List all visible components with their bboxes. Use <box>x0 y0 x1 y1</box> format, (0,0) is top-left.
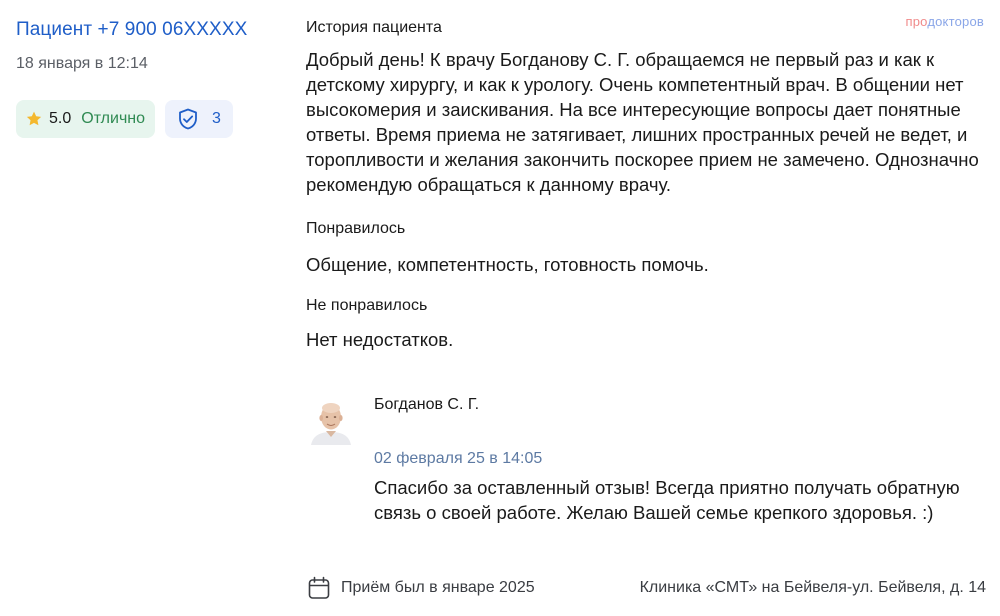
reply-text: Спасибо за оставленный отзыв! Всегда при… <box>374 477 960 523</box>
disliked-title: Не понравилось <box>306 297 428 314</box>
star-icon <box>26 111 42 126</box>
reply-date: 02 февраля 25 в 14:05 <box>374 450 543 467</box>
clinic-link[interactable]: Клиника «СМТ» на Бейвеля-ул. Бейвеля, д.… <box>640 578 986 598</box>
verified-count: 3 <box>212 110 221 127</box>
rating-label: Отлично <box>81 110 146 127</box>
rating-badge: 5.0 Отлично <box>16 100 156 138</box>
liked-text: Общение, компетентность, готовность помо… <box>306 254 709 275</box>
story-title: История пациента <box>306 19 442 36</box>
shield-check-icon <box>179 108 197 130</box>
calendar-icon <box>308 576 330 599</box>
badges: 5.0 Отлично 3 <box>16 100 286 138</box>
visit-date-text: Приём был в январе 2025 <box>341 579 535 596</box>
patient-name-link[interactable]: Пациент +7 900 06XXXXX <box>16 18 286 42</box>
disliked-text: Нет недостатков. <box>306 329 454 350</box>
rating-value: 5.0 <box>49 110 72 127</box>
verified-badge[interactable]: 3 <box>165 100 233 138</box>
doctor-avatar[interactable] <box>309 397 353 445</box>
review-body: История пациента Добрый день! К врачу Бо… <box>306 18 986 352</box>
liked-title: Понравилось <box>306 220 406 237</box>
review-footer: Приём был в январе 2025 Клиника «СМТ» на… <box>306 574 986 604</box>
story-text: Добрый день! К врачу Богданову С. Г. обр… <box>306 49 979 195</box>
doctor-name: Богданов С. Г. <box>374 396 480 413</box>
review-author-panel: Пациент +7 900 06XXXXX 18 января в 12:14… <box>16 18 286 138</box>
review-date: 18 января в 12:14 <box>16 55 148 72</box>
